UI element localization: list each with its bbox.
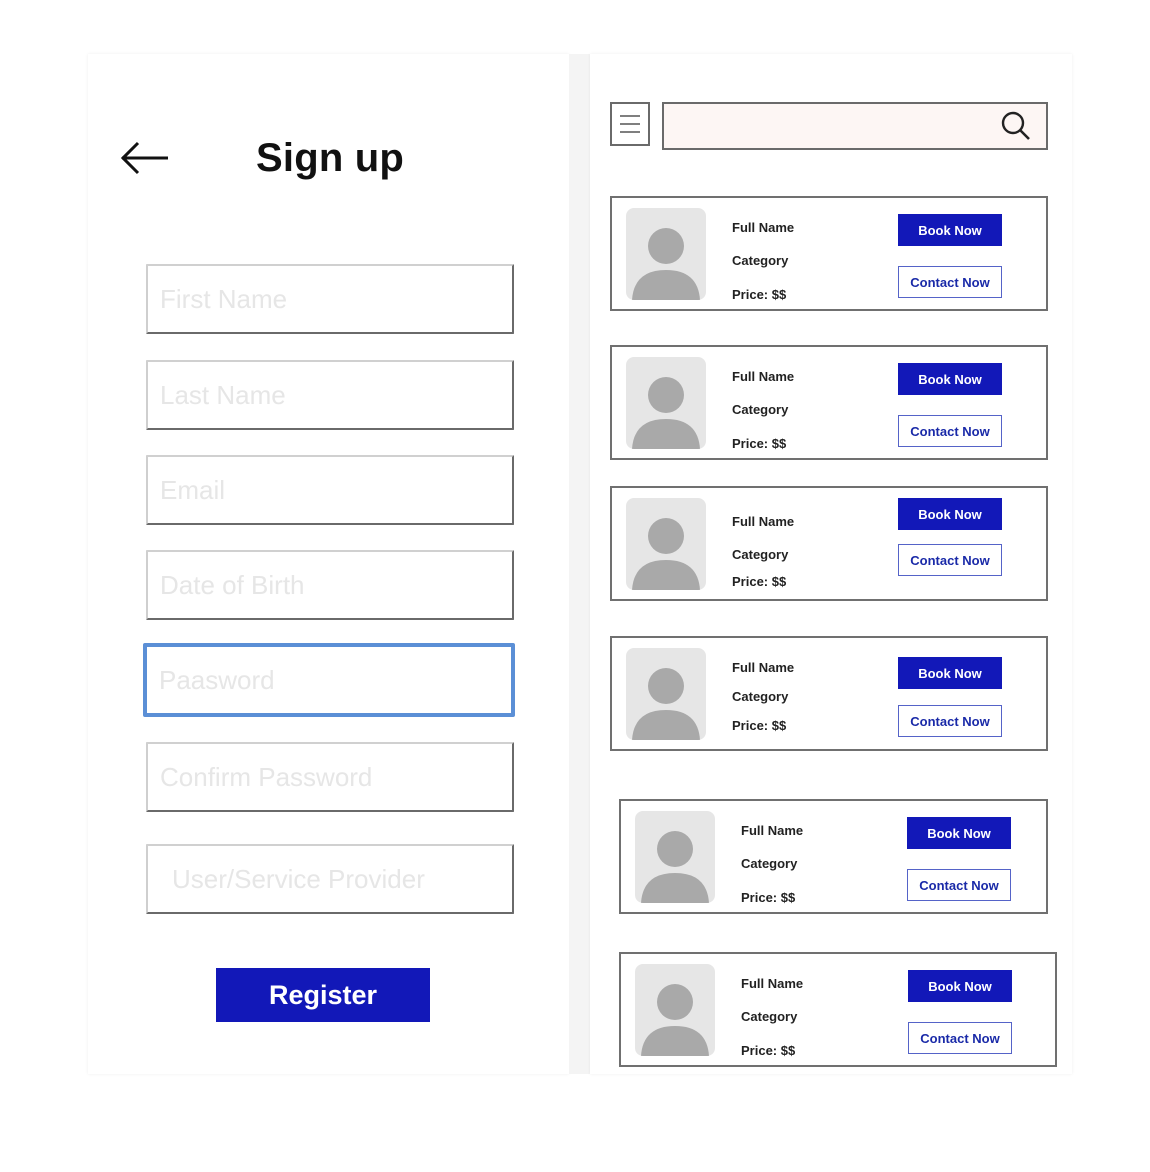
provider-price: Price: $$ bbox=[732, 718, 787, 733]
contact-now-button[interactable]: Contact Now bbox=[907, 869, 1011, 901]
book-now-button[interactable]: Book Now bbox=[907, 817, 1011, 849]
menu-button[interactable] bbox=[610, 102, 650, 146]
confirm-password-field[interactable] bbox=[146, 742, 514, 812]
provider-category: Category bbox=[741, 856, 798, 871]
provider-price: Price: $$ bbox=[741, 1043, 796, 1058]
provider-card: Full Name Category Price: $$ Book Now Co… bbox=[610, 486, 1048, 601]
contact-now-button[interactable]: Contact Now bbox=[898, 705, 1002, 737]
provider-category: Category bbox=[732, 547, 789, 562]
avatar bbox=[626, 498, 706, 590]
provider-name: Full Name bbox=[732, 660, 795, 675]
contact-now-button[interactable]: Contact Now bbox=[898, 266, 1002, 298]
provider-name: Full Name bbox=[732, 514, 795, 529]
provider-category: Category bbox=[732, 689, 789, 704]
avatar bbox=[635, 811, 715, 903]
avatar bbox=[626, 208, 706, 300]
user-placeholder-icon bbox=[632, 228, 700, 300]
page-title: Sign up bbox=[256, 136, 405, 180]
search-icon[interactable] bbox=[1000, 110, 1032, 142]
user-type-field[interactable] bbox=[146, 844, 514, 914]
hamburger-menu-icon bbox=[620, 115, 640, 133]
first-name-input[interactable] bbox=[148, 266, 512, 332]
book-now-button[interactable]: Book Now bbox=[898, 214, 1002, 246]
password-field[interactable] bbox=[143, 643, 515, 717]
last-name-input[interactable] bbox=[148, 362, 512, 428]
provider-price: Price: $$ bbox=[732, 287, 787, 302]
password-input[interactable] bbox=[147, 647, 511, 713]
date-of-birth-input[interactable] bbox=[148, 552, 512, 618]
back-arrow-icon[interactable] bbox=[120, 140, 172, 176]
user-placeholder-icon bbox=[632, 518, 700, 590]
screen-divider bbox=[569, 54, 590, 1074]
avatar bbox=[626, 357, 706, 449]
user-placeholder-icon bbox=[632, 377, 700, 449]
search-input[interactable] bbox=[664, 104, 994, 148]
email-input[interactable] bbox=[148, 457, 512, 523]
provider-name: Full Name bbox=[732, 369, 795, 384]
provider-card: Full Name Category Price: $$ Book Now Co… bbox=[619, 952, 1057, 1067]
avatar bbox=[626, 648, 706, 740]
book-now-button[interactable]: Book Now bbox=[898, 363, 1002, 395]
provider-price: Price: $$ bbox=[732, 574, 787, 589]
search-box[interactable] bbox=[662, 102, 1048, 150]
confirm-password-input[interactable] bbox=[148, 744, 512, 810]
register-button[interactable]: Register bbox=[216, 968, 430, 1022]
provider-card: Full Name Category Price: $$ Book Now Co… bbox=[610, 196, 1048, 311]
book-now-button[interactable]: Book Now bbox=[908, 970, 1012, 1002]
provider-name: Full Name bbox=[741, 823, 804, 838]
provider-name: Full Name bbox=[732, 220, 795, 235]
avatar bbox=[635, 964, 715, 1056]
user-placeholder-icon bbox=[632, 668, 700, 740]
provider-card: Full Name Category Price: $$ Book Now Co… bbox=[619, 799, 1048, 914]
provider-category: Category bbox=[741, 1009, 798, 1024]
last-name-field[interactable] bbox=[146, 360, 514, 430]
book-now-button[interactable]: Book Now bbox=[898, 657, 1002, 689]
contact-now-button[interactable]: Contact Now bbox=[898, 415, 1002, 447]
provider-category: Category bbox=[732, 253, 789, 268]
book-now-button[interactable]: Book Now bbox=[898, 498, 1002, 530]
provider-category: Category bbox=[732, 402, 789, 417]
date-of-birth-field[interactable] bbox=[146, 550, 514, 620]
provider-card: Full Name Category Price: $$ Book Now Co… bbox=[610, 636, 1048, 751]
user-placeholder-icon bbox=[641, 984, 709, 1056]
email-field[interactable] bbox=[146, 455, 514, 525]
provider-price: Price: $$ bbox=[741, 890, 796, 905]
contact-now-button[interactable]: Contact Now bbox=[898, 544, 1002, 576]
user-placeholder-icon bbox=[641, 831, 709, 903]
provider-name: Full Name bbox=[741, 976, 804, 991]
user-type-input[interactable] bbox=[148, 846, 512, 912]
provider-price: Price: $$ bbox=[732, 436, 787, 451]
first-name-field[interactable] bbox=[146, 264, 514, 334]
provider-card: Full Name Category Price: $$ Book Now Co… bbox=[610, 345, 1048, 460]
contact-now-button[interactable]: Contact Now bbox=[908, 1022, 1012, 1054]
